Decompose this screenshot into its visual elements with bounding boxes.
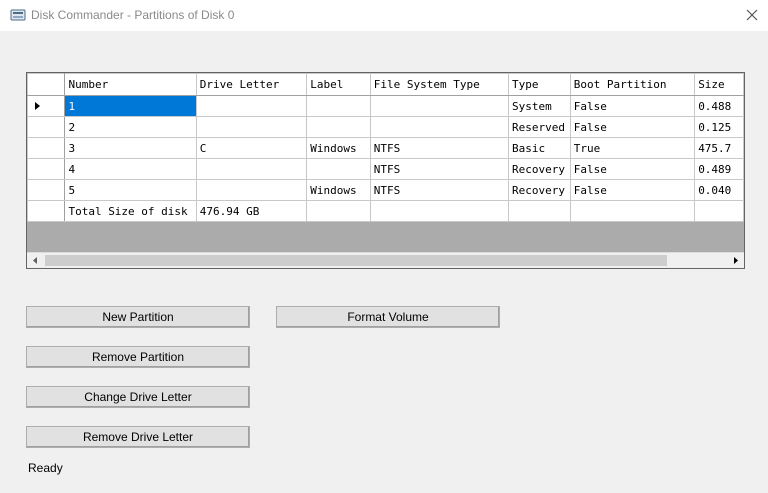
table-cell[interactable]: False: [569, 179, 696, 201]
table-cell[interactable]: C: [195, 137, 308, 159]
table-cell[interactable]: [306, 158, 371, 180]
table-cell[interactable]: Recovery: [508, 158, 571, 180]
table-cell[interactable]: 476.94 GB: [195, 200, 308, 222]
column-header-drive-letter[interactable]: Drive Letter: [195, 73, 308, 96]
status-text: Ready: [28, 461, 63, 475]
table-cell[interactable]: False: [569, 95, 696, 117]
table-cell[interactable]: [195, 95, 308, 117]
table-cell[interactable]: 4: [64, 158, 197, 180]
table-cell[interactable]: Reserved: [508, 116, 571, 138]
table-cell[interactable]: [369, 200, 510, 222]
table-cell[interactable]: NTFS: [369, 137, 510, 159]
table-cell[interactable]: False: [569, 158, 696, 180]
column-header-size[interactable]: Size: [694, 73, 744, 96]
table-cell[interactable]: 3: [64, 137, 197, 159]
table-row[interactable]: 3 C Windows NTFS Basic True 475.7: [27, 137, 744, 159]
row-selector[interactable]: [27, 137, 66, 159]
table-cell[interactable]: [306, 95, 371, 117]
row-selector[interactable]: [27, 158, 66, 180]
table-row[interactable]: 4 NTFS Recovery False 0.489: [27, 158, 744, 180]
disk-icon: [10, 9, 26, 21]
table-cell[interactable]: 475.7: [694, 137, 744, 159]
column-header-boot-partition[interactable]: Boot Partition: [569, 73, 696, 96]
change-drive-letter-button[interactable]: Change Drive Letter: [26, 386, 250, 408]
new-partition-button[interactable]: New Partition: [26, 306, 250, 328]
table-cell[interactable]: Windows: [306, 179, 371, 201]
table-cell[interactable]: NTFS: [369, 179, 510, 201]
current-row-arrow-icon: [35, 102, 40, 110]
table-cell[interactable]: [306, 200, 371, 222]
table-cell[interactable]: 0.489: [694, 158, 744, 180]
table-row[interactable]: 5 Windows NTFS Recovery False 0.040: [27, 179, 744, 201]
column-header-type[interactable]: Type: [508, 73, 571, 96]
window-title: Disk Commander - Partitions of Disk 0: [31, 8, 235, 22]
close-icon[interactable]: [740, 5, 764, 25]
table-cell[interactable]: 0.040: [694, 179, 744, 201]
table-cell[interactable]: Total Size of disk: [64, 200, 197, 222]
table-cell[interactable]: [195, 116, 308, 138]
table-cell[interactable]: [369, 95, 510, 117]
table-row[interactable]: 1 System False 0.488: [27, 95, 744, 117]
table-cell[interactable]: Recovery: [508, 179, 571, 201]
title-bar: Disk Commander - Partitions of Disk 0: [0, 0, 768, 31]
partitions-table: Number Drive Letter Label File System Ty…: [27, 73, 744, 222]
table-cell[interactable]: 5: [64, 179, 197, 201]
table-cell[interactable]: 1: [64, 95, 197, 117]
table-cell[interactable]: [508, 200, 571, 222]
table-cell[interactable]: False: [569, 116, 696, 138]
row-selector[interactable]: [27, 116, 66, 138]
table-row[interactable]: 2 Reserved False 0.125: [27, 116, 744, 138]
table-row-total[interactable]: Total Size of disk 476.94 GB: [27, 200, 744, 222]
header-row: Number Drive Letter Label File System Ty…: [27, 73, 744, 96]
table-cell[interactable]: 0.488: [694, 95, 744, 117]
table-cell[interactable]: [306, 116, 371, 138]
partitions-grid[interactable]: Number Drive Letter Label File System Ty…: [26, 72, 745, 269]
scroll-left-arrow-icon[interactable]: [27, 253, 44, 268]
table-cell[interactable]: 2: [64, 116, 197, 138]
table-cell[interactable]: Basic: [508, 137, 571, 159]
table-cell[interactable]: True: [569, 137, 696, 159]
format-volume-button[interactable]: Format Volume: [276, 306, 500, 328]
table-cell[interactable]: Windows: [306, 137, 371, 159]
table-cell[interactable]: 0.125: [694, 116, 744, 138]
horizontal-scrollbar[interactable]: [27, 252, 744, 268]
table-cell[interactable]: [369, 116, 510, 138]
row-selector[interactable]: [27, 200, 66, 222]
scrollbar-thumb[interactable]: [45, 255, 667, 266]
column-header-label[interactable]: Label: [306, 73, 371, 96]
table-cell[interactable]: [569, 200, 696, 222]
table-cell[interactable]: NTFS: [369, 158, 510, 180]
table-cell[interactable]: [195, 158, 308, 180]
remove-drive-letter-button[interactable]: Remove Drive Letter: [26, 426, 250, 448]
table-cell[interactable]: [694, 200, 744, 222]
row-selector[interactable]: [27, 95, 66, 117]
row-selector[interactable]: [27, 179, 66, 201]
scroll-right-arrow-icon[interactable]: [727, 253, 744, 268]
table-cell[interactable]: [195, 179, 308, 201]
row-header-corner: [27, 73, 66, 96]
remove-partition-button[interactable]: Remove Partition: [26, 346, 250, 368]
column-header-number[interactable]: Number: [64, 73, 197, 96]
table-cell[interactable]: System: [508, 95, 571, 117]
column-header-file-system-type[interactable]: File System Type: [369, 73, 510, 96]
